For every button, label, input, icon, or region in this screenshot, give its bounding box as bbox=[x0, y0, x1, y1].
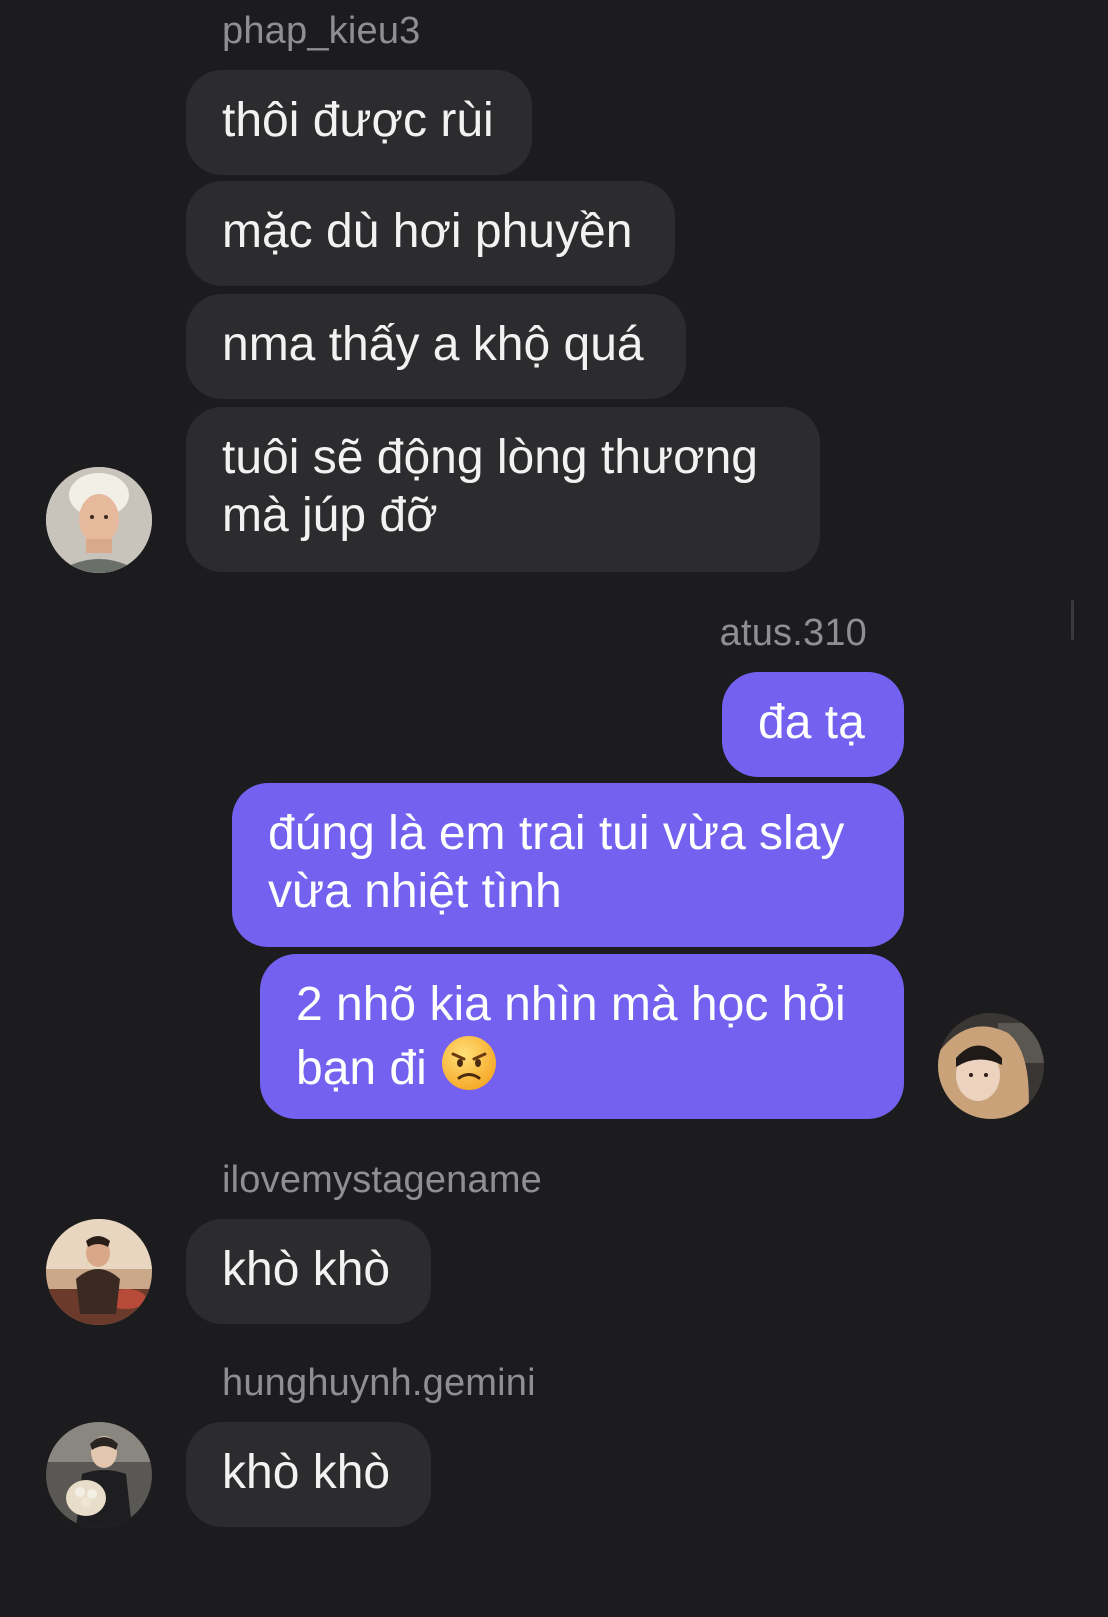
message-bubble[interactable]: 2 nhõ kia nhìn mà học hỏi bạn đi bbox=[260, 954, 904, 1119]
avatar-photo-icon bbox=[46, 467, 152, 573]
message-text-line: đúng là em trai tui vừa slay bbox=[268, 807, 845, 860]
avatar[interactable] bbox=[46, 1422, 152, 1528]
message-text-line: vừa nhiệt tình bbox=[268, 865, 562, 918]
sender-name[interactable]: ilovemystagename bbox=[222, 1159, 542, 1202]
message-bubble[interactable]: khò khò bbox=[186, 1422, 431, 1527]
message-bubble[interactable]: khò khò bbox=[186, 1219, 431, 1324]
avatar[interactable] bbox=[46, 467, 152, 573]
message-text-line: tuôi sẽ động lòng thương bbox=[222, 431, 758, 484]
message-bubble[interactable]: tuôi sẽ động lòng thương mà júp đỡ bbox=[186, 407, 820, 572]
message-bubble[interactable]: mặc dù hơi phuyền bbox=[186, 181, 675, 286]
message-text: nma thấy a khộ quá bbox=[222, 318, 644, 371]
message-text-line: 2 nhõ kia nhìn mà học hỏi bbox=[296, 978, 846, 1031]
message-text: đa tạ bbox=[758, 696, 865, 749]
message-text: bạn đi bbox=[296, 1042, 427, 1095]
message-text: thôi được rùi bbox=[222, 94, 494, 147]
sender-name[interactable]: phap_kieu3 bbox=[222, 10, 421, 53]
angry-face-icon bbox=[442, 1036, 497, 1090]
message-text: mặc dù hơi phuyền bbox=[222, 205, 633, 258]
message-bubble[interactable]: thôi được rùi bbox=[186, 70, 532, 175]
sender-name[interactable]: hunghuynh.gemini bbox=[222, 1362, 536, 1405]
avatar[interactable] bbox=[46, 1219, 152, 1325]
message-bubble[interactable]: đa tạ bbox=[722, 672, 904, 777]
message-text: khò khò bbox=[222, 1446, 391, 1499]
avatar-photo-icon bbox=[46, 1422, 152, 1528]
avatar[interactable] bbox=[938, 1013, 1044, 1119]
scrollbar[interactable] bbox=[1071, 600, 1074, 640]
avatar-photo-icon bbox=[46, 1219, 152, 1325]
message-text: khò khò bbox=[222, 1243, 391, 1296]
message-bubble[interactable]: nma thấy a khộ quá bbox=[186, 294, 686, 399]
avatar-photo-icon bbox=[938, 1013, 1044, 1119]
message-bubble[interactable]: đúng là em trai tui vừa slay vừa nhiệt t… bbox=[232, 783, 904, 947]
message-text-line: mà júp đỡ bbox=[222, 489, 438, 542]
message-text-line: bạn đi bbox=[296, 1034, 868, 1098]
sender-name[interactable]: atus.310 bbox=[720, 612, 867, 655]
